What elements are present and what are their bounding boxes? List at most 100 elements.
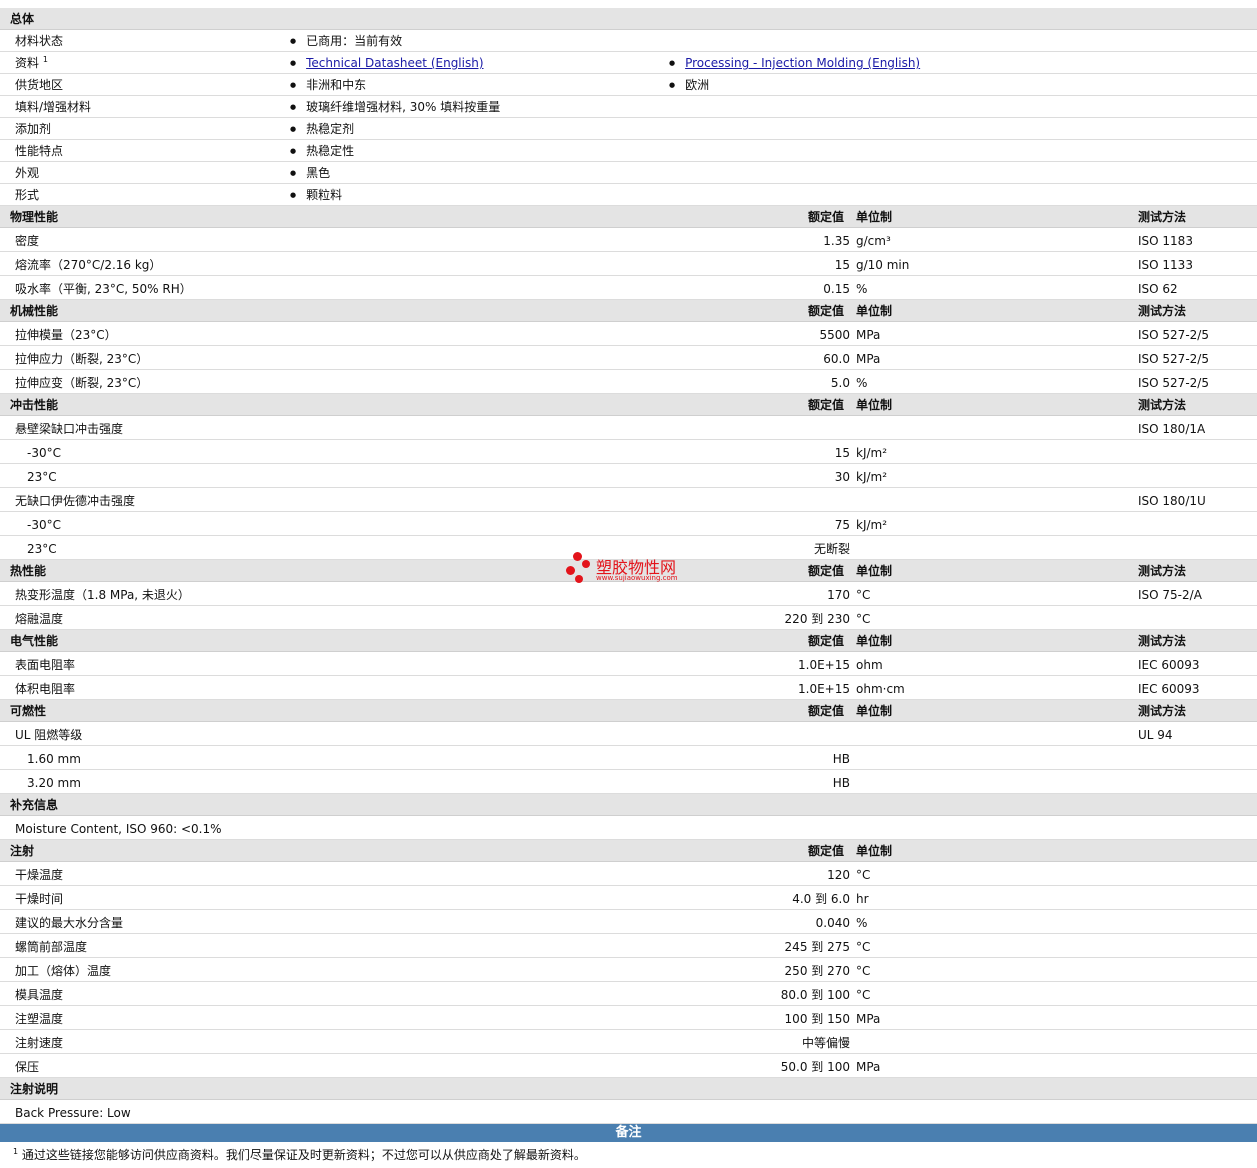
table-cell: 注塑温度 [15, 1012, 64, 1026]
table-row: 螺筒前部温度 245 到 275 °C [0, 934, 1257, 958]
table-row: 密度 1.35 g/cm³ ISO 1183 [0, 228, 1257, 252]
table-cell: 测试方法 [1138, 210, 1187, 224]
table-cell: 表面电阻率 [15, 658, 76, 672]
table-cell: 形式 [15, 188, 40, 202]
table-cell: IEC 60093 [1138, 658, 1200, 672]
table-cell: 额定值 [808, 634, 845, 648]
table-cell: % [856, 376, 868, 390]
table-row: 熔流率（270°C/2.16 kg） 15 g/10 min ISO 1133 [0, 252, 1257, 276]
table-cell: 单位制 [856, 564, 893, 578]
processing-injection-link[interactable]: Processing - Injection Molding (English) [685, 56, 920, 70]
table-cell: 23°C [27, 470, 57, 484]
table-cell: 30 [834, 470, 850, 484]
table-cell: 0.040 [815, 916, 850, 930]
table-cell: 补充信息 [10, 798, 59, 812]
table-row: 体积电阻率 1.0E+15 ohm·cm IEC 60093 [0, 676, 1257, 700]
logo-dot [582, 560, 590, 568]
table-cell: ISO 527-2/5 [1138, 376, 1209, 390]
table-cell: 单位制 [856, 844, 893, 858]
table-row: 保压 50.0 到 100 MPa [0, 1054, 1257, 1078]
table-cell: 物理性能 [10, 210, 59, 224]
table-row: 注射速度 中等偏慢 [0, 1030, 1257, 1054]
table-cell: 备注 [615, 1125, 642, 1140]
section-injection: 注射 额定值 单位制 [0, 840, 1257, 862]
table-cell: 电气性能 [10, 634, 59, 648]
row-form: 形式 颗粒料 [0, 184, 1257, 206]
table-cell: 冲击性能 [10, 398, 59, 412]
table-cell: 额定值 [808, 704, 845, 718]
table-cell: ISO 527-2/5 [1138, 352, 1209, 366]
table-cell: 悬壁梁缺口冲击强度 [15, 422, 124, 436]
table-cell: 保压 [15, 1060, 40, 1074]
table-cell: 1.60 mm [27, 752, 81, 766]
table-cell: 拉伸应变（断裂, 23°C） [15, 376, 149, 390]
section-physical: 物理性能 额定值 单位制 测试方法 [0, 206, 1257, 228]
table-cell: kJ/m² [856, 470, 888, 484]
table-cell: % [856, 916, 868, 930]
table-cell: °C [856, 588, 871, 602]
table-cell: ISO 62 [1138, 282, 1178, 296]
row-region: 供货地区 非洲和中东 欧洲 [0, 74, 1257, 96]
table-row: 表面电阻率 1.0E+15 ohm IEC 60093 [0, 652, 1257, 676]
table-cell: 220 到 230 [784, 612, 850, 626]
table-cell: 热稳定性 [290, 140, 354, 164]
table-cell: 黑色 [290, 162, 330, 186]
table-cell: Processing - Injection Molding (English) [669, 52, 920, 76]
table-row: 拉伸应变（断裂, 23°C） 5.0 % ISO 527-2/5 [0, 370, 1257, 394]
technical-datasheet-link[interactable]: Technical Datasheet (English) [306, 56, 483, 70]
table-cell: 热变形温度（1.8 MPa, 未退火） [15, 588, 190, 602]
table-cell: 拉伸应力（断裂, 23°C） [15, 352, 149, 366]
table-row: 加工（熔体）温度 250 到 270 °C [0, 958, 1257, 982]
table-cell: 材料状态 [15, 34, 64, 48]
table-cell: -30°C [27, 518, 61, 532]
table-row: 吸水率（平衡, 23°C, 50% RH） 0.15 % ISO 62 [0, 276, 1257, 300]
table-cell: MPa [856, 1060, 881, 1074]
table-cell: 15 [834, 446, 850, 460]
table-cell: ISO 75-2/A [1138, 588, 1202, 602]
table-cell: kJ/m² [856, 446, 888, 460]
table-cell: ohm [856, 658, 883, 672]
table-row: -30°C 15 kJ/m² [0, 440, 1257, 464]
table-cell: 额定值 [808, 398, 845, 412]
table-cell: 80.0 到 100 [780, 988, 850, 1002]
table-cell: 单位制 [856, 304, 893, 318]
table-cell: HB [832, 752, 850, 766]
row-additive: 添加剂 热稳定剂 [0, 118, 1257, 140]
table-cell: 1 通过这些链接您能够访问供应商资料。我们尽量保证及时更新资料；不过您可以从供应… [13, 1147, 586, 1163]
table-cell: 建议的最大水分含量 [15, 916, 124, 930]
section-injection-notes: 注射说明 [0, 1078, 1257, 1100]
table-cell: Technical Datasheet (English) [290, 52, 483, 76]
table-cell: 无缺口伊佐德冲击强度 [15, 494, 136, 508]
table-row: -30°C 75 kJ/m² [0, 512, 1257, 536]
table-cell: 热性能 [10, 564, 47, 578]
table-cell: ISO 180/1A [1138, 422, 1206, 436]
table-cell: UL 阻燃等级 [15, 728, 83, 742]
table-cell: 测试方法 [1138, 398, 1187, 412]
table-row: Moisture Content, ISO 960: <0.1% [0, 816, 1257, 840]
table-cell: 额定值 [808, 844, 845, 858]
table-cell: °C [856, 868, 871, 882]
table-cell: 额定值 [808, 210, 845, 224]
table-cell: UL 94 [1138, 728, 1173, 742]
table-cell: 1.0E+15 [798, 682, 850, 696]
table-cell: g/cm³ [856, 234, 891, 248]
table-row: 干燥温度 120 °C [0, 862, 1257, 886]
table-cell: MPa [856, 328, 881, 342]
table-cell: 机械性能 [10, 304, 59, 318]
row-filler: 填料/增强材料 玻璃纤维增强材料, 30% 填料按重量 [0, 96, 1257, 118]
table-cell: IEC 60093 [1138, 682, 1200, 696]
table-cell: 中等偏慢 [801, 1036, 850, 1050]
table-row: Back Pressure: Low [0, 1100, 1257, 1124]
table-row: 拉伸应力（断裂, 23°C） 60.0 MPa ISO 527-2/5 [0, 346, 1257, 370]
table-cell: ISO 527-2/5 [1138, 328, 1209, 342]
table-cell: 60.0 [823, 352, 850, 366]
table-cell: 单位制 [856, 398, 893, 412]
watermark-logo: 塑胶物性网 www.sujiaowuxing.com [566, 552, 716, 588]
table-cell: 注射说明 [10, 1082, 59, 1096]
table-cell: 1.0E+15 [798, 658, 850, 672]
table-row: 注塑温度 100 到 150 MPa [0, 1006, 1257, 1030]
section-flammability: 可燃性 额定值 单位制 测试方法 [0, 700, 1257, 722]
table-row: 悬壁梁缺口冲击强度 ISO 180/1A [0, 416, 1257, 440]
table-row: 3.20 mm HB [0, 770, 1257, 794]
table-cell: 颗粒料 [290, 184, 342, 208]
